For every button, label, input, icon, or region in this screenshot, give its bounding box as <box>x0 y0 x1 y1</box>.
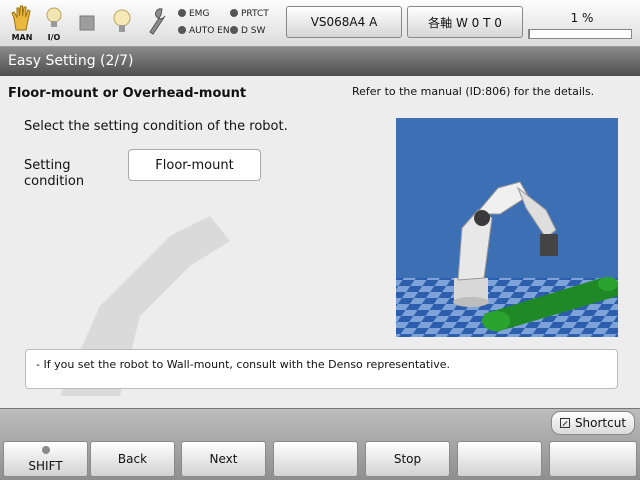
page-title: Easy Setting (2/7) <box>0 47 640 76</box>
status-bar: MAN I/O EMG PRTCT AUTO EN D SW VS068A4 A… <box>0 0 640 47</box>
shortcut-icon <box>559 418 570 428</box>
emg-label: EMG <box>189 9 210 19</box>
man-hand-icon[interactable]: MAN <box>7 4 37 42</box>
man-mode-caption: MAN <box>11 33 33 42</box>
prtct-lamp: PRTCT <box>230 9 269 19</box>
main-content: Floor-mount or Overhead-mount Refer to t… <box>0 76 640 408</box>
stop-button[interactable]: Stop <box>365 441 450 477</box>
stop-square-icon <box>72 4 102 42</box>
section-heading: Floor-mount or Overhead-mount <box>8 86 247 101</box>
speed-progress-bar <box>528 29 632 39</box>
io-caption: I/O <box>47 33 61 42</box>
dsw-lamp: D SW <box>230 26 265 36</box>
next-button[interactable]: Next <box>181 441 266 477</box>
shift-label: SHIFT <box>28 459 63 473</box>
shortcut-label: Shortcut <box>574 416 627 430</box>
function-key-7[interactable] <box>549 441 637 477</box>
prtct-label: PRTCT <box>241 9 269 19</box>
speed-percent: 1 % <box>570 11 594 25</box>
wrench-icon <box>142 4 172 42</box>
function-key-6[interactable] <box>457 441 542 477</box>
io-bulb-icon[interactable]: I/O <box>39 4 69 42</box>
robot-model-button[interactable]: VS068A4 A <box>286 6 402 38</box>
wall-mount-note: - If you set the robot to Wall-mount, co… <box>25 349 618 389</box>
bulb-icon <box>107 4 137 42</box>
setting-condition-field[interactable]: Floor-mount <box>128 149 261 181</box>
robot-preview-image <box>396 118 618 337</box>
shift-indicator-icon <box>42 446 50 454</box>
emg-lamp: EMG <box>178 9 209 19</box>
setting-condition-label: Setting condition <box>24 158 85 189</box>
speed-progress-fill <box>529 30 531 38</box>
manual-reference: Refer to the manual (ID:806) for the det… <box>352 85 595 98</box>
shortcut-button[interactable]: Shortcut <box>551 411 635 435</box>
auto-en-lamp: AUTO EN <box>178 26 230 36</box>
function-key-4[interactable] <box>273 441 358 477</box>
back-button[interactable]: Back <box>90 441 175 477</box>
axis-mode-button[interactable]: 各軸 W 0 T 0 <box>407 6 523 38</box>
dsw-label: D SW <box>241 26 266 36</box>
shift-key[interactable]: SHIFT <box>3 441 88 477</box>
instruction-text: Select the setting condition of the robo… <box>24 119 288 134</box>
auto-en-label: AUTO EN <box>189 26 230 36</box>
